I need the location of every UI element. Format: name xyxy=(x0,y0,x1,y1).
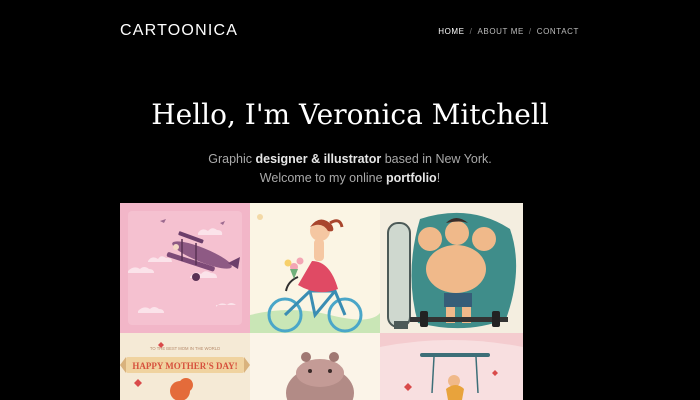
hippo-illustration xyxy=(250,333,380,400)
strongman-illustration xyxy=(380,203,523,333)
site-logo[interactable]: CARTOONICA xyxy=(120,22,238,40)
hero-subtitle-line-2: Welcome to my online portfolio! xyxy=(0,169,700,188)
subtitle-text: Graphic xyxy=(208,152,256,166)
main-nav: HOME / ABOUT ME / CONTACT xyxy=(438,27,579,36)
gallery-tile-bicycle[interactable] xyxy=(250,203,380,333)
hero-subtitle-line-1: Graphic designer & illustrator based in … xyxy=(0,150,700,169)
site-header: CARTOONICA HOME / ABOUT ME / CONTACT xyxy=(0,0,700,64)
hero-subtitle: Graphic designer & illustrator based in … xyxy=(0,150,700,187)
subtitle-text: Welcome to my online xyxy=(259,170,387,185)
gallery-tile-biplane[interactable] xyxy=(120,203,250,333)
gallery-tile-mothers-day[interactable]: TO THE BEST MOM IN THE WORLD HAPPY MOTHE… xyxy=(120,333,250,400)
swing-illustration xyxy=(380,333,523,400)
portfolio-gallery: TO THE BEST MOM IN THE WORLD HAPPY MOTHE… xyxy=(120,203,523,400)
subtitle-text: based in New York. xyxy=(381,152,492,166)
gallery-tile-hippo[interactable] xyxy=(250,333,380,400)
page-title: Hello, I'm Veronica Mitchell xyxy=(151,98,549,131)
mothers-day-card-illustration: TO THE BEST MOM IN THE WORLD HAPPY MOTHE… xyxy=(120,333,250,400)
gallery-tile-swing[interactable] xyxy=(380,333,523,400)
nav-contact[interactable]: CONTACT xyxy=(537,27,579,36)
nav-separator: / xyxy=(528,27,532,36)
nav-separator: / xyxy=(469,27,473,36)
gallery-tile-strongman[interactable] xyxy=(380,203,523,333)
bicycle-girl-illustration xyxy=(250,203,380,333)
biplane-illustration xyxy=(120,203,250,333)
subtitle-bold: portfolio xyxy=(386,170,437,185)
subtitle-text: ! xyxy=(436,170,441,185)
card-banner-text: HAPPY MOTHER'S DAY! xyxy=(132,361,237,371)
subtitle-bold: designer & illustrator xyxy=(255,152,382,166)
nav-about-me[interactable]: ABOUT ME xyxy=(477,27,523,36)
nav-home[interactable]: HOME xyxy=(438,27,464,36)
